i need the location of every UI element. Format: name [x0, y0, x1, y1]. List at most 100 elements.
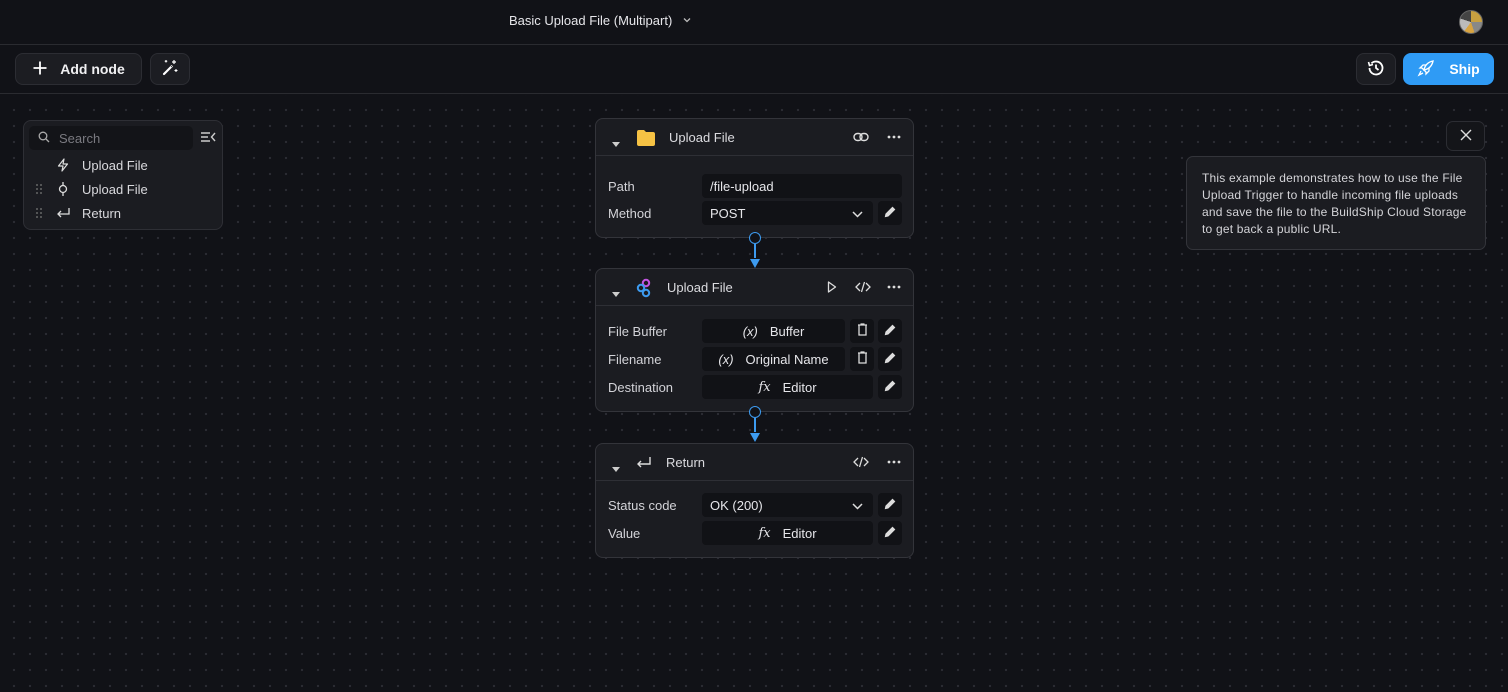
- edit-button[interactable]: [878, 201, 902, 225]
- toolbar: Add node Ship: [0, 46, 1508, 94]
- outline-item-label: Upload File: [82, 181, 148, 197]
- return-icon: [52, 207, 74, 219]
- status-code-value: OK (200): [710, 497, 763, 513]
- ai-generate-button[interactable]: [150, 53, 190, 85]
- path-input[interactable]: /file-upload: [702, 174, 902, 198]
- more-icon[interactable]: [885, 278, 903, 296]
- outline-item-return[interactable]: Return: [32, 203, 121, 223]
- plus-icon: [32, 60, 48, 79]
- edit-button[interactable]: [878, 347, 902, 371]
- field-label: Filename: [608, 351, 662, 367]
- drag-handle-icon[interactable]: [32, 207, 46, 219]
- edit-button[interactable]: [878, 521, 902, 545]
- add-node-label: Add node: [60, 61, 125, 77]
- collapse-caret-icon[interactable]: [612, 285, 620, 300]
- workflow-title-dropdown[interactable]: Basic Upload File (Multipart): [509, 13, 692, 28]
- chevron-down-icon: [852, 206, 863, 221]
- variable-icon: (x): [718, 351, 734, 367]
- user-avatar[interactable]: [1459, 10, 1483, 34]
- chevron-down-icon: [852, 498, 863, 513]
- destination-value: Editor: [782, 379, 817, 395]
- filename-value: Original Name: [745, 351, 829, 367]
- more-icon[interactable]: [885, 453, 903, 471]
- outline-search-input[interactable]: [59, 130, 179, 146]
- pencil-icon: [884, 380, 896, 395]
- edit-button[interactable]: [878, 375, 902, 399]
- return-icon: [636, 456, 652, 472]
- field-label: Destination: [608, 379, 674, 395]
- connection-edge: [754, 244, 756, 258]
- collapse-panel-icon[interactable]: [200, 130, 216, 147]
- ship-button[interactable]: Ship: [1403, 53, 1494, 85]
- outline-item-node[interactable]: Upload File: [32, 179, 148, 199]
- value-value: Editor: [782, 525, 817, 541]
- rocket-icon: [1417, 59, 1435, 80]
- arrow-icon: [750, 433, 760, 442]
- method-value: POST: [710, 205, 746, 221]
- function-icon: fx: [758, 525, 771, 541]
- node-header[interactable]: Upload File: [596, 119, 913, 156]
- connection-edge: [754, 418, 756, 432]
- trash-icon: [857, 323, 868, 339]
- file-buffer-value: Buffer: [769, 323, 805, 339]
- outline-search[interactable]: [29, 126, 193, 150]
- trash-icon: [857, 351, 868, 367]
- search-icon: [38, 131, 50, 146]
- ship-label: Ship: [1449, 61, 1480, 77]
- output-port[interactable]: [749, 232, 761, 244]
- bolt-icon: [52, 158, 74, 172]
- node-return[interactable]: Return Status code OK (200) Value fx Edi…: [595, 443, 914, 558]
- field-label: Status code: [608, 497, 677, 513]
- edit-button[interactable]: [878, 493, 902, 517]
- node-upload-trigger[interactable]: Upload File Path /file-upload Method POS…: [595, 118, 914, 238]
- delete-button[interactable]: [850, 319, 874, 343]
- filename-input[interactable]: (x) Original Name: [702, 347, 845, 371]
- add-node-button[interactable]: Add node: [15, 53, 142, 85]
- node-header[interactable]: Upload File: [596, 269, 913, 306]
- destination-input[interactable]: fx Editor: [702, 375, 873, 399]
- magic-wand-icon: [160, 58, 180, 81]
- code-icon[interactable]: [852, 453, 870, 471]
- node-title: Upload File: [667, 280, 733, 295]
- pencil-icon: [884, 498, 896, 513]
- workflow-title: Basic Upload File (Multipart): [509, 13, 673, 28]
- output-port[interactable]: [749, 406, 761, 418]
- close-description-button[interactable]: [1446, 121, 1485, 151]
- node-header[interactable]: Return: [596, 444, 913, 481]
- status-code-select[interactable]: OK (200): [702, 493, 873, 517]
- description-text: This example demonstrates how to use the…: [1202, 171, 1467, 236]
- top-bar: Basic Upload File (Multipart): [0, 0, 1508, 45]
- value-input[interactable]: fx Editor: [702, 521, 873, 545]
- edit-button[interactable]: [878, 319, 902, 343]
- node-title: Upload File: [669, 130, 735, 145]
- close-icon: [1460, 129, 1472, 144]
- code-icon[interactable]: [854, 278, 872, 296]
- delete-button[interactable]: [850, 347, 874, 371]
- link-icon[interactable]: [852, 128, 870, 146]
- outline-item-label: Upload File: [82, 157, 148, 173]
- collapse-caret-icon[interactable]: [612, 460, 620, 475]
- pencil-icon: [884, 324, 896, 339]
- node-title: Return: [666, 455, 706, 470]
- collapse-caret-icon[interactable]: [612, 135, 620, 150]
- folder-icon: [636, 129, 656, 150]
- method-select[interactable]: POST: [702, 201, 873, 225]
- pencil-icon: [884, 206, 896, 221]
- path-value: /file-upload: [710, 178, 774, 194]
- field-label: Value: [608, 525, 641, 541]
- arrow-icon: [750, 259, 760, 268]
- drag-handle-icon[interactable]: [32, 183, 46, 195]
- chevron-down-icon: [682, 13, 692, 28]
- history-icon: [1366, 58, 1386, 81]
- history-button[interactable]: [1356, 53, 1396, 85]
- outline-item-trigger[interactable]: Upload File: [32, 155, 148, 175]
- pencil-icon: [884, 352, 896, 367]
- storage-node-icon: [636, 278, 652, 301]
- pencil-icon: [884, 526, 896, 541]
- node-upload-file[interactable]: Upload File File Buffer (x) Buffer Filen…: [595, 268, 914, 412]
- run-icon[interactable]: [823, 278, 841, 296]
- more-icon[interactable]: [885, 128, 903, 146]
- file-buffer-input[interactable]: (x) Buffer: [702, 319, 845, 343]
- field-label: File Buffer: [608, 323, 668, 339]
- node-outline-panel: Upload File Upload File Return: [23, 120, 223, 230]
